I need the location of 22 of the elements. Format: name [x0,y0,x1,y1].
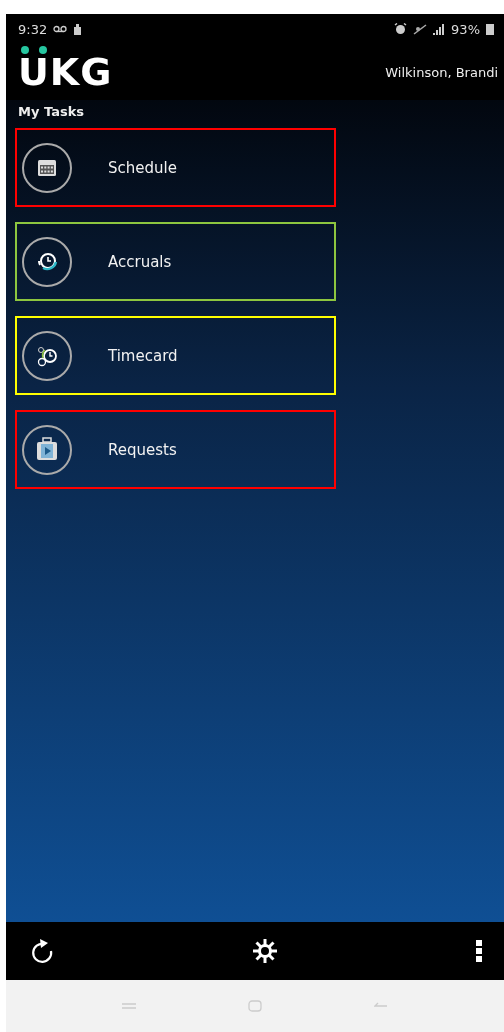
battery-icon [486,23,494,35]
user-name: Wilkinson, Brandi [385,64,498,80]
task-item[interactable]: Schedule [15,128,336,207]
suitcase-icon [21,423,73,476]
battery-percent: 93% [451,21,480,37]
calendar-icon [21,141,73,194]
task-item[interactable]: Timecard [15,316,336,395]
logo-dots-icon [21,45,47,55]
task-item[interactable]: Requests [15,410,336,489]
refresh-icon[interactable] [30,938,54,964]
task-item[interactable]: Accruals [15,222,336,301]
voicemail-icon [53,25,68,33]
settings-icon[interactable] [252,938,278,964]
status-time: 9:32 [18,21,48,37]
timecard-icon [21,329,73,382]
section-title: My Tasks [18,104,85,119]
notification-icon [73,23,83,35]
alarm-icon [394,23,408,35]
accrual-icon [21,235,73,288]
logo: UKG [18,53,113,91]
signal-icon [433,23,446,35]
more-icon[interactable] [476,940,482,962]
